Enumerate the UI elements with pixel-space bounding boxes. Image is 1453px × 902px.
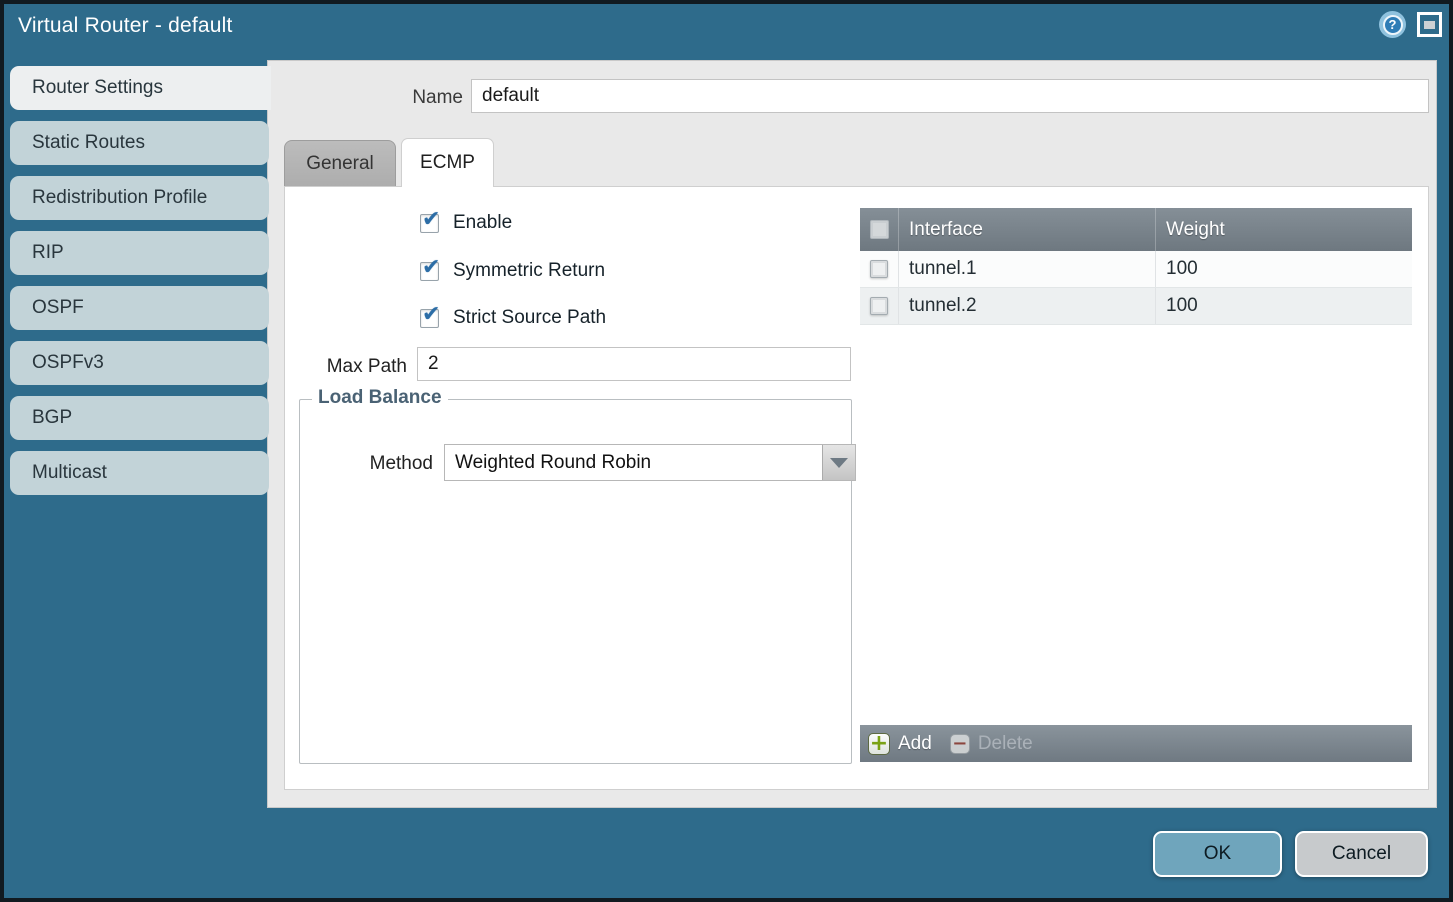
cancel-button-label: Cancel <box>1332 843 1391 865</box>
row-checkbox[interactable] <box>870 260 888 278</box>
strict-source-path-checkbox[interactable]: ✔ <box>420 309 439 328</box>
ok-button[interactable]: OK <box>1153 831 1282 877</box>
sidebar-item-label: RIP <box>32 242 64 264</box>
sidebar-item-label: Static Routes <box>32 132 145 154</box>
checkmark-icon: ✔ <box>422 207 440 232</box>
add-button-label: Add <box>898 733 932 755</box>
cell-interface[interactable]: tunnel.1 <box>898 251 1155 287</box>
enable-label: Enable <box>453 212 512 234</box>
column-header-weight: Weight <box>1155 208 1412 251</box>
tab-label: ECMP <box>420 152 475 174</box>
table-empty-area <box>860 325 1412 725</box>
main-panel: Name General ECMP ✔ Enable ✔ Symmetric R… <box>267 60 1437 808</box>
table-footer: + Add − Delete <box>860 725 1412 762</box>
sidebar-item-label: OSPF <box>32 297 84 319</box>
header-checkbox-cell <box>860 208 898 251</box>
cell-weight[interactable]: 100 <box>1155 288 1412 324</box>
sidebar-item-label: Multicast <box>32 462 107 484</box>
select-all-checkbox[interactable] <box>870 220 889 239</box>
delete-button-label: Delete <box>978 733 1033 755</box>
add-button[interactable]: + Add <box>868 733 932 755</box>
load-balance-fieldset: Load Balance Method Weighted Round Robin <box>299 399 852 764</box>
window-restore-glyph <box>1424 21 1435 29</box>
sidebar-item-ospf[interactable]: OSPF <box>10 286 269 330</box>
method-label: Method <box>336 453 433 475</box>
symmetric-return-row: ✔ Symmetric Return <box>420 260 605 282</box>
checkmark-icon: ✔ <box>422 302 440 327</box>
method-dropdown-button[interactable] <box>822 445 855 480</box>
chevron-down-icon <box>830 458 848 468</box>
tab-ecmp[interactable]: ECMP <box>401 138 494 187</box>
sidebar-item-static-routes[interactable]: Static Routes <box>10 121 269 165</box>
cell-weight[interactable]: 100 <box>1155 251 1412 287</box>
enable-checkbox[interactable]: ✔ <box>420 214 439 233</box>
symmetric-return-label: Symmetric Return <box>453 260 605 282</box>
interface-table-header: Interface Weight <box>860 208 1412 251</box>
tab-label: General <box>306 153 374 175</box>
max-path-input[interactable] <box>417 347 851 381</box>
table-row[interactable]: tunnel.2 100 <box>860 288 1412 325</box>
sidebar: Router Settings Static Routes Redistribu… <box>10 66 269 495</box>
sidebar-item-bgp[interactable]: BGP <box>10 396 269 440</box>
enable-row: ✔ Enable <box>420 212 512 234</box>
row-checkbox-cell <box>860 251 898 287</box>
sidebar-item-ospfv3[interactable]: OSPFv3 <box>10 341 269 385</box>
sidebar-item-rip[interactable]: RIP <box>10 231 269 275</box>
cancel-button[interactable]: Cancel <box>1295 831 1428 877</box>
row-checkbox[interactable] <box>870 297 888 315</box>
strict-source-path-row: ✔ Strict Source Path <box>420 307 606 329</box>
plus-icon: + <box>868 733 890 755</box>
symmetric-return-checkbox[interactable]: ✔ <box>420 262 439 281</box>
sidebar-item-router-settings[interactable]: Router Settings <box>10 66 271 110</box>
sidebar-item-label: OSPFv3 <box>32 352 104 374</box>
virtual-router-dialog: Virtual Router - default ? Router Settin… <box>0 0 1453 902</box>
load-balance-legend: Load Balance <box>312 387 448 409</box>
delete-button[interactable]: − Delete <box>950 733 1033 755</box>
cell-interface[interactable]: tunnel.2 <box>898 288 1155 324</box>
name-input[interactable] <box>471 79 1429 113</box>
question-mark-glyph: ? <box>1383 15 1403 35</box>
sidebar-item-multicast[interactable]: Multicast <box>10 451 269 495</box>
ecmp-tab-panel: ✔ Enable ✔ Symmetric Return ✔ Strict Sou… <box>284 186 1429 790</box>
sidebar-item-label: Router Settings <box>32 77 163 99</box>
window-restore-icon[interactable] <box>1417 12 1442 37</box>
max-path-label: Max Path <box>303 356 407 378</box>
checkmark-icon: ✔ <box>422 255 440 280</box>
strict-source-path-label: Strict Source Path <box>453 307 606 329</box>
interface-table: Interface Weight tunnel.1 100 tunnel.2 1… <box>860 208 1412 762</box>
method-dropdown[interactable]: Weighted Round Robin <box>444 444 856 481</box>
row-checkbox-cell <box>860 288 898 324</box>
sidebar-item-label: Redistribution Profile <box>32 187 207 209</box>
help-icon[interactable]: ? <box>1379 11 1406 38</box>
ok-button-label: OK <box>1204 843 1231 865</box>
tab-general[interactable]: General <box>284 140 396 186</box>
method-selected-value: Weighted Round Robin <box>445 452 822 474</box>
sidebar-item-label: BGP <box>32 407 72 429</box>
column-header-interface: Interface <box>898 208 1155 251</box>
sidebar-item-redistribution-profile[interactable]: Redistribution Profile <box>10 176 269 220</box>
table-row[interactable]: tunnel.1 100 <box>860 251 1412 288</box>
name-label: Name <box>368 87 463 109</box>
minus-icon: − <box>950 734 970 754</box>
dialog-title: Virtual Router - default <box>18 14 233 38</box>
